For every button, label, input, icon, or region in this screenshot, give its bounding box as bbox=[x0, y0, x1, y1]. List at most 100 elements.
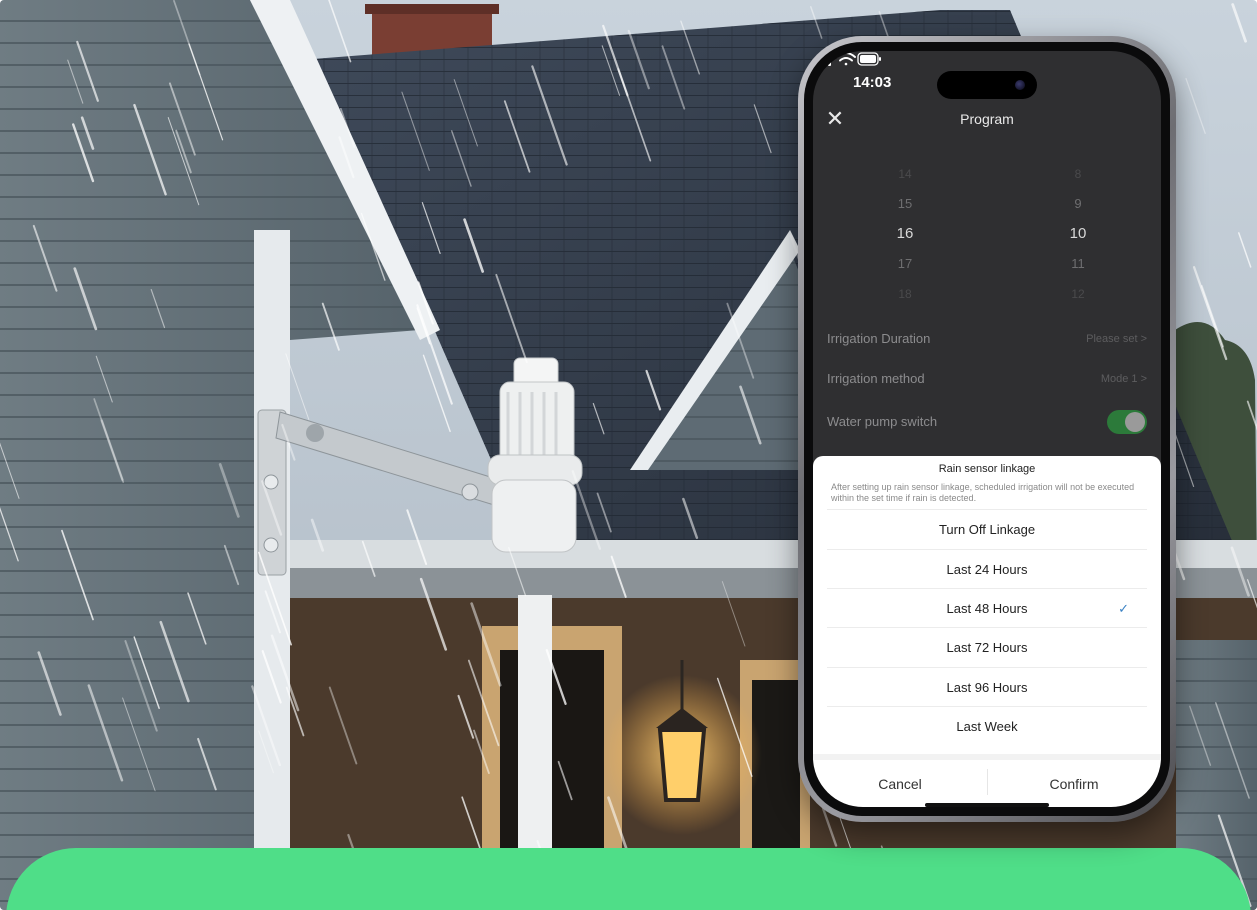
phone-screen: 14:03 ✕ Program 14 15 16 17 18 8 9 10 11… bbox=[813, 51, 1161, 807]
option-last-96-hours[interactable]: Last 96 Hours bbox=[827, 667, 1147, 707]
phone-mockup: 14:03 ✕ Program 14 15 16 17 18 8 9 10 11… bbox=[798, 36, 1176, 822]
rain-streak bbox=[285, 686, 305, 737]
picker-hour-item[interactable]: 17 bbox=[865, 249, 945, 279]
rain-streak bbox=[328, 686, 358, 765]
rain-streak bbox=[258, 551, 292, 646]
rain-streak bbox=[168, 82, 196, 156]
option-turn-off-linkage[interactable]: Turn Off Linkage bbox=[827, 509, 1147, 549]
rain-streak bbox=[1238, 232, 1252, 268]
confirm-button[interactable]: Confirm bbox=[987, 764, 1161, 804]
rain-streak bbox=[261, 650, 282, 704]
picker-minute-item[interactable]: 11 bbox=[1038, 249, 1118, 279]
rain-streak bbox=[218, 463, 240, 518]
option-last-72-hours[interactable]: Last 72 Hours bbox=[827, 627, 1147, 667]
rain-streak bbox=[1246, 579, 1257, 609]
rain-streak bbox=[421, 202, 441, 254]
picker-minute-item[interactable]: 9 bbox=[1038, 189, 1118, 219]
rain-streak bbox=[753, 104, 772, 154]
picker-minute-selected[interactable]: 10 bbox=[1038, 219, 1118, 249]
rain-streak bbox=[67, 59, 84, 104]
rain-streak bbox=[726, 302, 755, 379]
rain-streak bbox=[739, 385, 762, 445]
rain-streak bbox=[645, 369, 662, 411]
option-label: Turn Off Linkage bbox=[938, 522, 1036, 537]
rain-streak bbox=[721, 581, 746, 647]
water-pump-row: Water pump switch bbox=[827, 407, 1147, 437]
rain-streak bbox=[340, 107, 356, 148]
rain-streak bbox=[32, 224, 58, 292]
rain-streak bbox=[661, 45, 686, 110]
rain-streak bbox=[557, 760, 573, 801]
irrigation-duration-row[interactable]: Irrigation Duration Please set > bbox=[827, 324, 1147, 354]
picker-hour-item[interactable]: 15 bbox=[865, 189, 945, 219]
irrigation-duration-label: Irrigation Duration bbox=[827, 331, 931, 346]
picker-minute-item[interactable]: 12 bbox=[1038, 279, 1118, 309]
rain-streak bbox=[321, 302, 340, 351]
home-indicator bbox=[925, 803, 1049, 807]
rain-streak bbox=[463, 218, 485, 273]
rain-streak bbox=[1231, 3, 1247, 43]
status-time: 14:03 bbox=[853, 74, 892, 91]
option-last-week[interactable]: Last Week bbox=[827, 706, 1147, 746]
sheet-title: Rain sensor linkage bbox=[938, 463, 1036, 475]
irrigation-method-row[interactable]: Irrigation method Mode 1 > bbox=[827, 364, 1147, 394]
rain-streak bbox=[451, 130, 472, 187]
rain-streak bbox=[173, 0, 201, 76]
rain-streak bbox=[0, 442, 20, 499]
irrigation-duration-value[interactable]: Please set > bbox=[1086, 324, 1147, 354]
rain-streak bbox=[419, 577, 448, 651]
rain-streak bbox=[37, 651, 62, 716]
picker-hour-selected[interactable]: 16 bbox=[865, 219, 945, 249]
rain-streak bbox=[285, 353, 310, 420]
option-last-48-hours[interactable]: Last 48 Hours ✓ bbox=[827, 588, 1147, 628]
picker-minute-item[interactable]: 8 bbox=[1038, 159, 1118, 189]
rain-sensor-sheet: Rain sensor linkage After setting up rai… bbox=[813, 456, 1161, 807]
rain-streak bbox=[73, 267, 98, 331]
cancel-button[interactable]: Cancel bbox=[813, 764, 987, 804]
rain-streak bbox=[270, 634, 300, 712]
phone-bezel: 14:03 ✕ Program 14 15 16 17 18 8 9 10 11… bbox=[804, 42, 1170, 816]
rain-streak bbox=[1189, 705, 1212, 766]
option-last-24-hours[interactable]: Last 24 Hours bbox=[827, 549, 1147, 589]
rain-streak bbox=[457, 694, 475, 739]
page-title: Program bbox=[960, 111, 1014, 127]
rain-streak bbox=[87, 684, 124, 782]
rain-streak bbox=[470, 602, 502, 687]
rain-streak bbox=[508, 547, 527, 597]
rain-streak bbox=[133, 636, 160, 709]
rain-streak bbox=[406, 509, 428, 566]
rain-streak bbox=[61, 529, 94, 621]
rain-streak bbox=[93, 398, 125, 483]
option-label: Last Week bbox=[956, 719, 1018, 734]
minute-picker[interactable]: 8 9 10 11 12 bbox=[1038, 159, 1118, 309]
signal-icon bbox=[813, 52, 831, 66]
picker-hour-item[interactable]: 18 bbox=[865, 279, 945, 309]
status-icons bbox=[813, 52, 881, 66]
hour-picker[interactable]: 14 15 16 17 18 bbox=[865, 159, 945, 309]
rain-streak bbox=[545, 649, 567, 705]
rain-streak bbox=[133, 103, 167, 196]
rain-streak bbox=[159, 620, 190, 703]
rain-streak bbox=[1192, 266, 1228, 361]
option-label: Last 96 Hours bbox=[946, 680, 1028, 695]
dynamic-island bbox=[937, 71, 1037, 99]
rain-streak bbox=[197, 737, 217, 791]
rain-streak bbox=[281, 423, 296, 461]
sheet-description: After setting up rain sensor linkage, sc… bbox=[831, 482, 1135, 503]
water-pump-toggle[interactable] bbox=[1107, 410, 1147, 434]
rain-streak bbox=[1215, 702, 1250, 799]
photo-scene: 14:03 ✕ Program 14 15 16 17 18 8 9 10 11… bbox=[0, 0, 1257, 910]
rain-streak bbox=[95, 355, 113, 403]
option-label: Last 48 Hours bbox=[946, 601, 1028, 616]
rain-streak bbox=[187, 592, 207, 645]
green-banner bbox=[6, 848, 1251, 910]
rain-streak bbox=[360, 212, 386, 281]
rain-streak bbox=[601, 45, 621, 96]
rain-streak bbox=[596, 492, 612, 533]
irrigation-method-value[interactable]: Mode 1 > bbox=[1101, 364, 1147, 394]
rain-streak bbox=[1246, 400, 1257, 431]
rain-streak bbox=[150, 289, 166, 329]
rain-streak bbox=[592, 402, 605, 435]
picker-hour-item[interactable]: 14 bbox=[865, 159, 945, 189]
rain-streak bbox=[610, 555, 627, 598]
